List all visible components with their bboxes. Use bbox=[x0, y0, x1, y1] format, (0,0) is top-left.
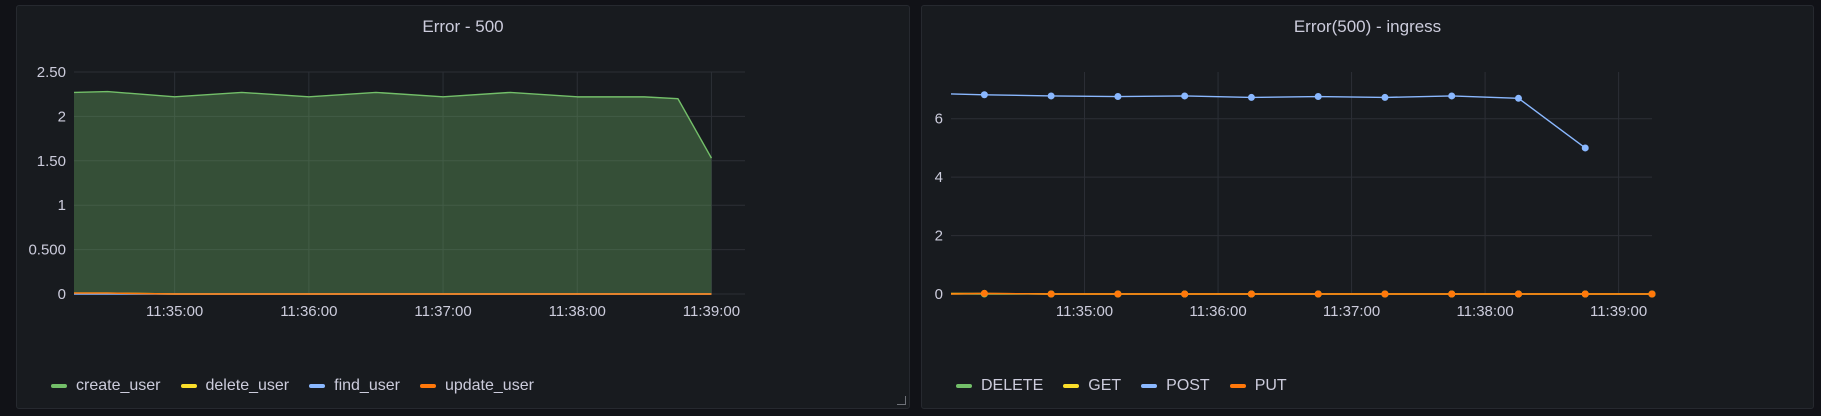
data-point-put[interactable] bbox=[1314, 290, 1322, 298]
panel-error-500-ingress: Error(500) - ingress 0 2 4 6 11:35:00 11:36:0… bbox=[921, 5, 1814, 409]
legend-swatch bbox=[1141, 384, 1158, 388]
data-point-post[interactable] bbox=[1314, 93, 1322, 101]
data-point-put[interactable] bbox=[1648, 290, 1656, 298]
data-point-post[interactable] bbox=[1047, 92, 1055, 100]
legend-label: DELETE bbox=[981, 377, 1044, 394]
x-tick-label: 11:37:00 bbox=[1323, 303, 1380, 320]
legend-item-create-user[interactable]: create_user bbox=[51, 377, 161, 395]
panel-error-500: Error - 500 0 0.500 1 1.50 2 2.50 11:35:00 11:3… bbox=[16, 5, 910, 409]
legend: DELETE GET POST PUT bbox=[956, 375, 1287, 397]
data-point-post[interactable] bbox=[1448, 92, 1456, 100]
legend-swatch bbox=[51, 384, 67, 388]
legend-swatch bbox=[1063, 384, 1080, 388]
data-point-put[interactable] bbox=[980, 289, 988, 297]
data-point-put[interactable] bbox=[1448, 290, 1456, 298]
y-tick-label: 2 bbox=[935, 228, 943, 245]
data-point-post[interactable] bbox=[1114, 93, 1122, 101]
y-tick-label: 0.500 bbox=[28, 242, 66, 259]
data-point-put[interactable] bbox=[1247, 290, 1255, 298]
legend: create_user delete_user find_user update… bbox=[51, 375, 534, 397]
series-area-create-user bbox=[74, 91, 712, 294]
x-tick-label: 11:39:00 bbox=[683, 303, 740, 320]
error-500-ingress-chart: 0 2 4 6 11:35:00 11:36:00 11:37:00 11:38:00 11:3… bbox=[935, 72, 1656, 320]
legend-swatch bbox=[309, 384, 326, 388]
series-line-put[interactable] bbox=[950, 292, 1652, 295]
y-tick-label: 0 bbox=[58, 286, 66, 303]
x-tick-label: 11:37:00 bbox=[414, 303, 471, 320]
legend-swatch bbox=[180, 384, 197, 388]
legend-label: POST bbox=[1166, 377, 1210, 394]
legend-label: PUT bbox=[1254, 377, 1287, 394]
y-tick-label: 1.50 bbox=[37, 153, 66, 170]
data-point-put[interactable] bbox=[1114, 290, 1122, 298]
y-tick-label: 2 bbox=[58, 108, 66, 125]
x-tick-label: 11:39:00 bbox=[1590, 303, 1647, 320]
legend-label: delete_user bbox=[205, 377, 290, 394]
legend-swatch bbox=[956, 384, 972, 388]
series-line-post[interactable] bbox=[950, 93, 1586, 149]
data-point-post[interactable] bbox=[1381, 93, 1389, 101]
legend-item-put[interactable]: PUT bbox=[1229, 377, 1287, 395]
x-tick-label: 11:36:00 bbox=[280, 303, 337, 320]
legend-label: update_user bbox=[444, 377, 534, 394]
legend-item-delete-user[interactable]: delete_user bbox=[180, 377, 290, 395]
data-point-post[interactable] bbox=[980, 91, 988, 99]
legend-item-find-user[interactable]: find_user bbox=[309, 377, 400, 395]
x-tick-label: 11:35:00 bbox=[146, 303, 203, 320]
data-point-post[interactable] bbox=[1581, 144, 1589, 152]
y-tick-label: 4 bbox=[935, 169, 943, 186]
legend-item-delete[interactable]: DELETE bbox=[956, 377, 1043, 395]
resize-handle[interactable] bbox=[897, 396, 906, 405]
x-tick-label: 11:36:00 bbox=[1189, 303, 1246, 320]
legend-label: GET bbox=[1088, 377, 1122, 394]
legend-item-update-user[interactable]: update_user bbox=[419, 377, 534, 395]
x-tick-label: 11:38:00 bbox=[549, 303, 606, 320]
x-tick-label: 11:38:00 bbox=[1456, 303, 1513, 320]
y-tick-label: 1 bbox=[58, 197, 66, 214]
data-point-put[interactable] bbox=[1047, 290, 1055, 298]
legend-item-get[interactable]: GET bbox=[1063, 377, 1121, 395]
error-500-chart: 0 0.500 1 1.50 2 2.50 11:35:00 11:36:00 11:37:00… bbox=[28, 64, 745, 320]
x-tick-label: 11:35:00 bbox=[1056, 303, 1113, 320]
data-point-put[interactable] bbox=[1381, 290, 1389, 298]
legend-item-post[interactable]: POST bbox=[1141, 377, 1210, 395]
data-point-post[interactable] bbox=[1181, 92, 1189, 100]
y-tick-label: 2.50 bbox=[37, 64, 66, 81]
legend-swatch bbox=[419, 384, 436, 388]
legend-swatch bbox=[1229, 384, 1246, 388]
legend-label: find_user bbox=[334, 377, 400, 394]
legend-label: create_user bbox=[76, 377, 161, 394]
y-tick-label: 6 bbox=[935, 111, 943, 128]
data-point-post[interactable] bbox=[1514, 94, 1522, 102]
data-point-put[interactable] bbox=[1581, 290, 1589, 298]
data-point-put[interactable] bbox=[1181, 290, 1189, 298]
y-tick-label: 0 bbox=[935, 286, 943, 303]
data-point-put[interactable] bbox=[1514, 290, 1522, 298]
data-point-post[interactable] bbox=[1247, 93, 1255, 101]
